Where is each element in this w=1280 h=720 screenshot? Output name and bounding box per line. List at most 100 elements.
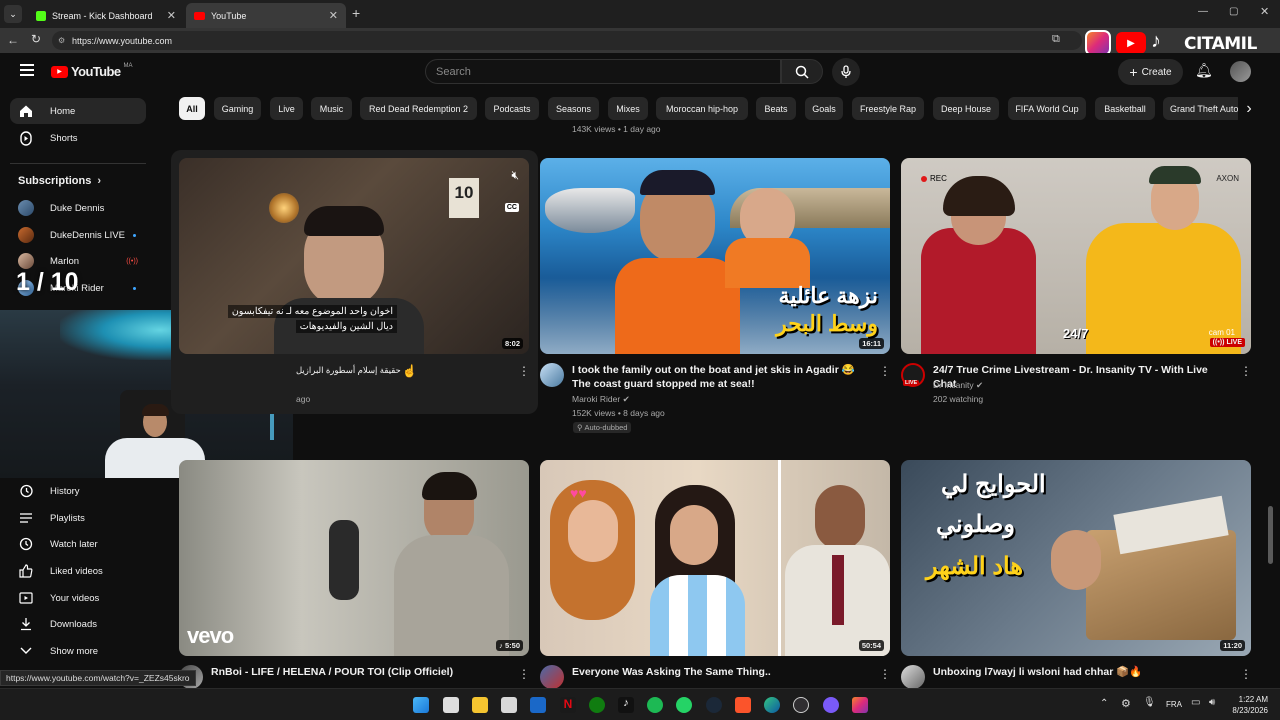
channel-name[interactable]: Dr Insanity ✔ bbox=[933, 378, 983, 392]
tab-search-button[interactable]: ⌄ bbox=[4, 5, 22, 23]
reload-icon[interactable]: ↻ bbox=[31, 32, 41, 46]
video-title[interactable]: Unboxing l7wayj li wsloni had chhar 📦🔥 bbox=[933, 665, 1233, 679]
back-icon[interactable]: ← bbox=[7, 33, 19, 47]
spotify-icon[interactable] bbox=[647, 697, 663, 713]
chip-red-dead-redemption-2[interactable]: Red Dead Redemption 2 bbox=[360, 97, 477, 120]
extensions-icon[interactable]: ⧉ bbox=[1052, 33, 1060, 46]
whatsapp-icon[interactable] bbox=[676, 697, 692, 713]
outlook-icon[interactable] bbox=[530, 697, 546, 713]
video-title[interactable]: Everyone Was Asking The Same Thing.. bbox=[572, 665, 872, 679]
chip-grand-theft-auto[interactable]: Grand Theft Auto bbox=[1163, 97, 1243, 120]
brave-icon[interactable] bbox=[735, 697, 751, 713]
more-options-icon[interactable]: ⋮ bbox=[1240, 667, 1252, 681]
sidebar-item-shorts[interactable]: Shorts bbox=[10, 125, 146, 151]
display-icon[interactable]: ▭ bbox=[1191, 697, 1200, 708]
search-button[interactable] bbox=[781, 59, 823, 84]
mute-icon[interactable]: 🔇︎ bbox=[511, 168, 519, 183]
avatar[interactable] bbox=[1230, 61, 1251, 82]
search-input[interactable]: Search bbox=[425, 59, 781, 84]
chip-deep-house[interactable]: Deep House bbox=[933, 97, 999, 120]
channel-name[interactable]: Maroki Rider ✔ bbox=[572, 392, 630, 406]
sidebar-item-history[interactable]: History bbox=[10, 478, 146, 504]
menu-icon[interactable] bbox=[20, 64, 34, 76]
sidebar-item-duke-dennis[interactable]: Duke Dennis bbox=[10, 195, 146, 221]
obs-icon[interactable] bbox=[793, 697, 809, 713]
chip-podcasts[interactable]: Podcasts bbox=[485, 97, 539, 120]
notepad-icon[interactable] bbox=[501, 697, 517, 713]
video-title[interactable]: RnBoi - LIFE / HELENA / POUR TOI (Clip O… bbox=[211, 665, 511, 679]
chevron-up-icon[interactable]: ⌃ bbox=[1100, 698, 1108, 709]
youtube-logo[interactable]: ▶ YouTube MA bbox=[51, 63, 132, 79]
close-icon[interactable]: ✕ bbox=[329, 9, 338, 22]
sidebar-item-home[interactable]: Home bbox=[10, 98, 146, 124]
chip-beats[interactable]: Beats bbox=[756, 97, 796, 120]
home-icon bbox=[18, 103, 34, 119]
xbox-icon[interactable] bbox=[589, 697, 605, 713]
video-thumbnail[interactable]: REC AXON 24/7 cam 01 ((•)) LIVE bbox=[901, 158, 1251, 354]
video-thumbnail[interactable]: ♥♥ 50:54 bbox=[540, 460, 890, 656]
channel-avatar[interactable] bbox=[540, 665, 564, 689]
tab-kick-dashboard[interactable]: Stream - Kick Dashboard ✕ bbox=[28, 3, 184, 28]
captions-icon[interactable]: CC bbox=[504, 203, 519, 212]
sidebar-item-downloads[interactable]: Downloads bbox=[10, 611, 146, 637]
chip-gaming[interactable]: Gaming bbox=[214, 97, 261, 120]
chip-all[interactable]: All bbox=[179, 97, 205, 120]
chip-moroccan-hip-hop[interactable]: Moroccan hip-hop bbox=[656, 97, 748, 120]
minimize-button[interactable]: — bbox=[1198, 6, 1208, 17]
more-options-icon[interactable]: ⋮ bbox=[518, 667, 530, 681]
chip-label: Live bbox=[278, 103, 295, 114]
volume-icon[interactable]: 🔊︎ bbox=[1209, 697, 1215, 708]
settings-icon[interactable]: ⚙ bbox=[1121, 697, 1131, 710]
video-thumbnail[interactable]: نزهة عائلية وسط البحر 16:11 bbox=[540, 158, 890, 354]
chip-goals[interactable]: Goals bbox=[805, 97, 843, 120]
notifications-bell-icon[interactable]: 🔔︎ bbox=[1195, 62, 1213, 79]
more-options-icon[interactable]: ⋮ bbox=[879, 364, 891, 378]
sidebar-item-watch-later[interactable]: Watch later bbox=[10, 531, 146, 557]
maximize-button[interactable]: ▢ bbox=[1229, 6, 1238, 17]
window-close-button[interactable]: ✕ bbox=[1260, 5, 1269, 18]
close-icon[interactable]: ✕ bbox=[167, 9, 176, 22]
chips-next-button[interactable]: › bbox=[1238, 96, 1260, 121]
video-thumbnail[interactable]: 10 اخوان واحد الموضوع معه لـ نه تيفكابسو… bbox=[179, 158, 529, 354]
sidebar-item-liked-videos[interactable]: Liked videos bbox=[10, 558, 146, 584]
chip-freestyle-rap[interactable]: Freestyle Rap bbox=[852, 97, 924, 120]
chip-fifa-world-cup[interactable]: FIFA World Cup bbox=[1008, 97, 1086, 120]
subscriptions-header[interactable]: Subscriptions › bbox=[18, 175, 101, 187]
video-thumbnail[interactable]: الحوايج لي وصلوني هاد الشهر 11:20 bbox=[901, 460, 1251, 656]
windows-start-icon[interactable] bbox=[413, 697, 429, 713]
sidebar-item-dukedennis-live[interactable]: DukeDennis LIVE bbox=[10, 222, 146, 248]
microphone-icon[interactable]: 🎙︎ bbox=[1143, 697, 1156, 708]
edge-icon[interactable] bbox=[764, 697, 780, 713]
chip-mixes[interactable]: Mixes bbox=[608, 97, 648, 120]
task-view-icon[interactable] bbox=[443, 697, 459, 713]
video-thumbnail[interactable]: vevo ♪ 5:50 bbox=[179, 460, 529, 656]
more-options-icon[interactable]: ⋮ bbox=[1240, 364, 1252, 378]
chip-music[interactable]: Music bbox=[311, 97, 352, 120]
tiktok-icon[interactable]: ♪ bbox=[618, 697, 634, 713]
url-field[interactable]: ⚙ https://www.youtube.com bbox=[52, 31, 1082, 50]
chip-basketball[interactable]: Basketball bbox=[1095, 97, 1155, 120]
more-options-icon[interactable]: ⋮ bbox=[518, 364, 530, 378]
channel-avatar[interactable] bbox=[540, 363, 564, 387]
instagram-icon[interactable] bbox=[852, 697, 868, 713]
chip-live[interactable]: Live bbox=[270, 97, 303, 120]
channel-avatar[interactable] bbox=[901, 665, 925, 689]
sidebar-item-your-videos[interactable]: Your videos bbox=[10, 585, 146, 611]
language-indicator[interactable]: FRA bbox=[1166, 700, 1182, 709]
chip-seasons[interactable]: Seasons bbox=[548, 97, 599, 120]
file-explorer-icon[interactable] bbox=[472, 697, 488, 713]
steam-icon[interactable] bbox=[706, 697, 722, 713]
create-button[interactable]: + Create bbox=[1118, 59, 1183, 85]
app-icon[interactable] bbox=[823, 697, 839, 713]
video-title[interactable]: I took the family out on the boat and je… bbox=[572, 363, 872, 391]
scrollbar[interactable] bbox=[1268, 506, 1273, 564]
sidebar-item-label: Shorts bbox=[50, 132, 78, 144]
sidebar-item-show-more[interactable]: Show more bbox=[10, 638, 146, 664]
tab-youtube[interactable]: YouTube ✕ bbox=[186, 3, 346, 28]
new-tab-button[interactable]: + bbox=[352, 5, 360, 21]
sidebar-item-playlists[interactable]: Playlists bbox=[10, 505, 146, 531]
more-options-icon[interactable]: ⋮ bbox=[879, 667, 891, 681]
voice-search-button[interactable] bbox=[832, 58, 860, 86]
clock[interactable]: 1:22 AM 8/23/2026 bbox=[1230, 694, 1268, 716]
netflix-icon[interactable]: N bbox=[560, 697, 576, 713]
